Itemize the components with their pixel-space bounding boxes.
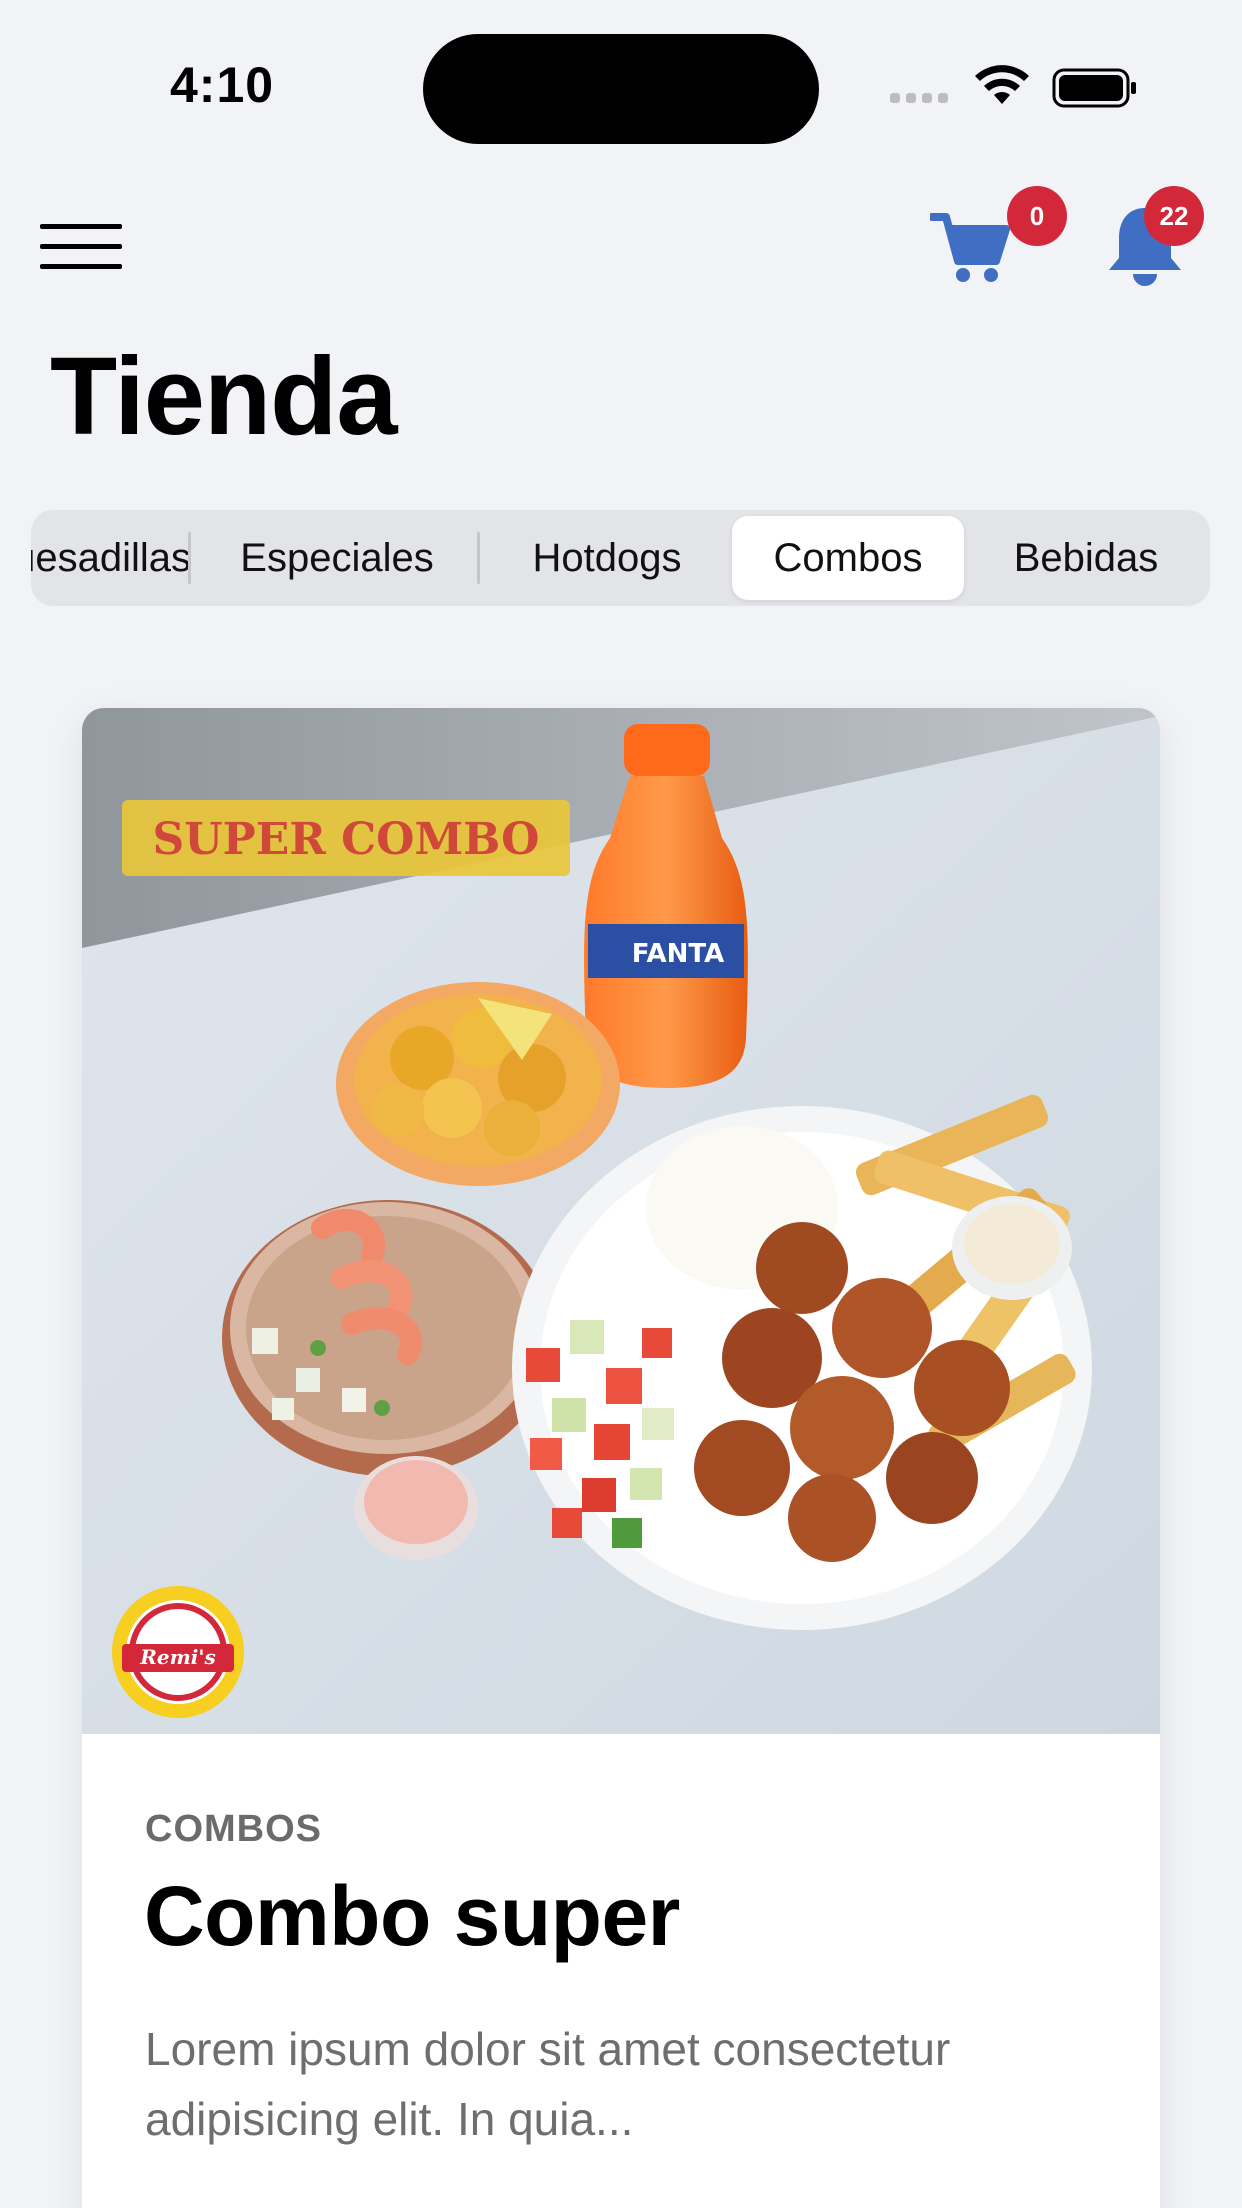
- cart-icon[interactable]: [930, 205, 1010, 285]
- product-card[interactable]: SUPER COMBO FANTA Remi's COMBOS Combo su…: [82, 708, 1160, 2208]
- page-title: Tienda: [50, 335, 398, 458]
- tab-separator: [477, 532, 480, 584]
- tab-especiales[interactable]: Especiales: [195, 510, 479, 606]
- tab-separator: [188, 532, 191, 584]
- battery-icon: [1052, 68, 1136, 108]
- menu-line: [40, 264, 122, 269]
- product-description: Lorem ipsum dolor sit amet consectetur a…: [145, 2023, 951, 2145]
- tab-quesadillas[interactable]: Quesadillas: [31, 510, 191, 606]
- dynamic-island: [423, 34, 819, 144]
- super-combo-banner: SUPER COMBO: [152, 814, 539, 865]
- bottle-label: FANTA: [632, 939, 725, 969]
- cart-count-badge: 0: [1007, 186, 1067, 246]
- product-image: SUPER COMBO FANTA Remi's: [82, 708, 1160, 1734]
- cellular-signal-icon: [890, 93, 948, 103]
- tab-hotdogs[interactable]: Hotdogs: [483, 510, 731, 606]
- status-time: 4:10: [170, 57, 275, 113]
- hamburger-menu-button[interactable]: [40, 224, 122, 270]
- menu-line: [40, 244, 122, 249]
- product-category: COMBOS: [145, 1808, 322, 1850]
- brand-logo-text: Remi's: [139, 1645, 216, 1669]
- wifi-icon: [975, 65, 1029, 104]
- notification-count-badge: 22: [1144, 186, 1204, 246]
- category-tabs: Quesadillas Especiales Hotdogs Combos Be…: [31, 510, 1210, 606]
- tab-bebidas[interactable]: Bebidas: [975, 510, 1197, 606]
- product-name: Combo super: [144, 1869, 680, 1963]
- menu-line: [40, 224, 122, 229]
- tab-combos[interactable]: Combos: [732, 516, 964, 600]
